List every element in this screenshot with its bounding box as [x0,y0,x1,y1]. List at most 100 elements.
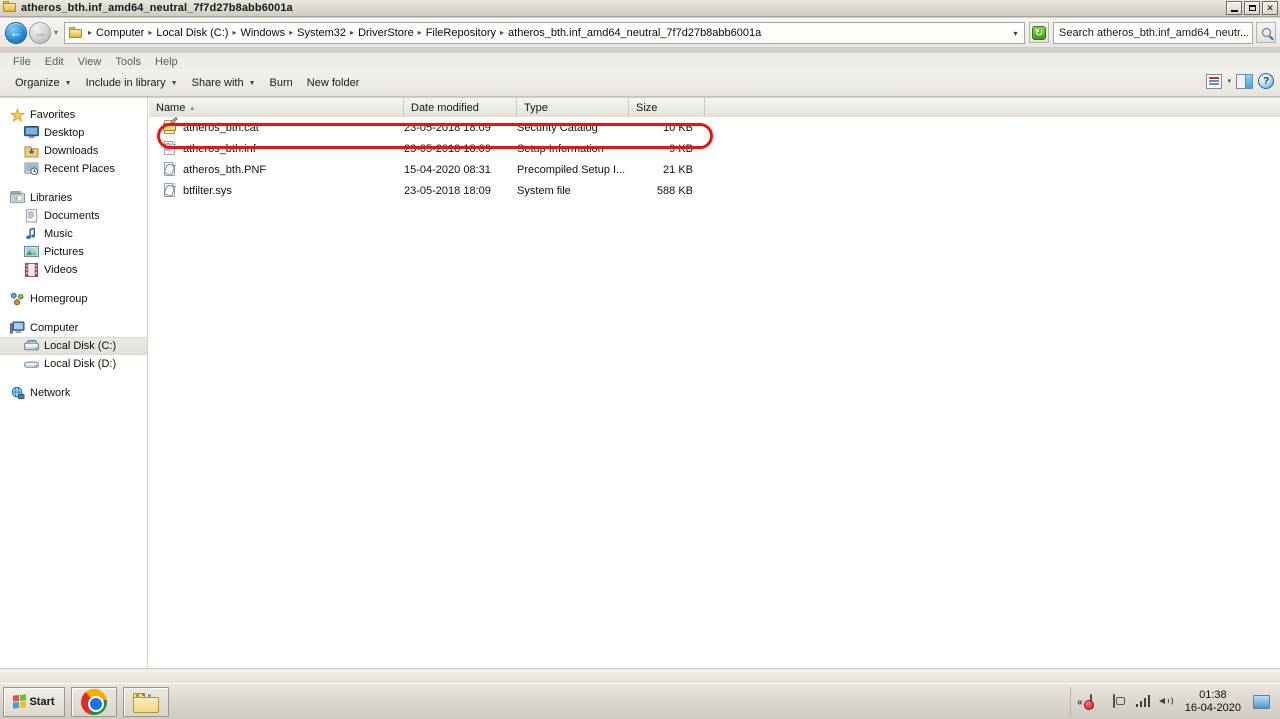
menu-item-file[interactable]: File [6,56,38,68]
explorer-window: atheros_bth.inf_amd64_neutral_7f7d27b8ab… [0,0,1280,719]
breadcrumb-item-5[interactable]: FileRepository [423,26,499,40]
share-with-button[interactable]: Share with ▼ [185,74,263,92]
sidebar-item-network[interactable]: Network [0,384,147,402]
refresh-button[interactable]: ↻ [1029,22,1049,43]
menu-item-edit[interactable]: Edit [38,56,71,68]
column-header-size[interactable]: Size [629,98,705,117]
hard-drive-icon [24,339,39,353]
table-row[interactable]: btfilter.sys 23-05-2018 18:09 System fil… [149,180,705,201]
sidebar-item-computer[interactable]: Computer [0,319,147,337]
libraries-icon [10,191,25,205]
sidebar-item-homegroup[interactable]: Homegroup [0,290,147,308]
sidebar-label: Computer [30,322,79,334]
breadcrumb-item-3[interactable]: System32 [294,26,349,40]
search-button[interactable] [1256,22,1276,43]
table-row[interactable]: atheros_bth.inf 23-05-2018 18:09 Setup I… [149,138,705,159]
recent-pages-icon[interactable]: ▾ [54,28,58,37]
sidebar-item-local-disk-d[interactable]: Local Disk (D:) [0,355,147,373]
column-header-name-label: Name [156,101,186,114]
file-name-cell: btfilter.sys [149,183,404,198]
include-in-library-button[interactable]: Include in library ▼ [79,74,185,92]
sidebar-item-local-disk-c[interactable]: Local Disk (C:) [0,337,147,355]
chevron-down-icon: ▼ [64,79,72,87]
clock-date: 16-04-2020 [1184,702,1241,714]
chevron-down-icon: ▼ [170,79,178,87]
file-list-view: Name ▴ Date modified Type Size atheros_b… [149,98,1280,668]
file-size: 21 KB [663,163,693,176]
show-hidden-icons-icon[interactable]: « [1077,697,1083,708]
chevron-down-icon[interactable]: ▾ [1010,28,1021,39]
refresh-icon: ↻ [1032,25,1046,40]
volume-icon[interactable] [1158,695,1175,710]
menu-item-view[interactable]: View [71,56,109,68]
new-folder-button[interactable]: New folder [300,74,367,92]
forward-button[interactable]: → [29,21,51,44]
sidebar-item-recent-places[interactable]: Recent Places [0,160,147,178]
sidebar-label: Videos [44,264,78,276]
sort-ascending-icon: ▴ [190,104,194,112]
clock[interactable]: 01:38 16-04-2020 [1182,689,1244,715]
sidebar-label: Network [30,387,71,399]
burn-button[interactable]: Burn [263,74,300,92]
start-button[interactable]: Start [3,686,65,717]
taskbar: Start « 01:38 16-04-2020 [0,683,1280,719]
breadcrumb-item-0[interactable]: Computer [93,26,147,40]
sidebar-item-videos[interactable]: Videos [0,261,147,279]
disk-drive-icon [24,357,39,371]
column-header-date-modified[interactable]: Date modified [404,98,517,117]
table-row[interactable]: atheros_bth.PNF 15-04-2020 08:31 Precomp… [149,159,705,180]
taskbar-button-explorer[interactable] [123,686,169,717]
column-header-name[interactable]: Name ▴ [149,98,404,117]
help-icon[interactable]: ? [1258,73,1274,89]
system-file-icon [163,183,177,198]
change-view-icon[interactable] [1206,73,1223,89]
file-size: 588 KB [656,184,693,197]
title-bar: atheros_bth.inf_amd64_neutral_7f7d27b8ab… [0,0,1280,17]
sidebar-label: Homegroup [30,293,88,305]
show-desktop-button[interactable] [1253,695,1270,709]
menu-item-tools[interactable]: Tools [108,56,148,68]
view-chevron-down-icon[interactable]: ▾ [1227,77,1231,85]
menu-item-help[interactable]: Help [148,56,185,68]
videos-icon [24,263,39,277]
sidebar-item-pictures[interactable]: Pictures [0,243,147,261]
sidebar-item-favorites[interactable]: Favorites [0,106,147,124]
minimize-button[interactable] [1226,1,1242,15]
sidebar-item-downloads[interactable]: Downloads [0,142,147,160]
sidebar-item-libraries[interactable]: Libraries [0,189,147,207]
breadcrumb-item-2[interactable]: Windows [237,26,288,40]
file-date-modified: 23-05-2018 18:09 [404,142,491,155]
restore-button[interactable] [1244,1,1260,15]
table-row[interactable]: atheros_bth.cat 23-05-2018 18:09 Securit… [149,116,705,138]
safely-remove-hardware-icon[interactable] [1112,693,1129,710]
window-body: Favorites Desktop Downloads Recent Place… [0,98,1280,668]
breadcrumb-item-1[interactable]: Local Disk (C:) [153,26,231,40]
sidebar-item-documents[interactable]: Documents [0,207,147,225]
breadcrumb-item-4[interactable]: DriverStore [355,26,417,40]
search-input[interactable]: Search atheros_bth.inf_amd64_neutr... [1053,21,1253,44]
sidebar-item-music[interactable]: Music [0,225,147,243]
action-center-flag-icon[interactable] [1089,693,1106,710]
breadcrumb-item-6[interactable]: atheros_bth.inf_amd64_neutral_7f7d27b8ab… [505,26,764,40]
organize-button[interactable]: Organize ▼ [8,74,79,92]
sidebar-label: Libraries [30,192,73,204]
file-name-cell: atheros_bth.PNF [149,162,404,177]
sidebar-label: Music [44,228,73,240]
command-bar: Organize ▼ Include in library ▼ Share wi… [0,70,1280,97]
file-rows: atheros_bth.cat 23-05-2018 18:09 Securit… [149,116,705,201]
taskbar-button-chrome[interactable] [71,686,117,717]
file-type: System file [517,184,571,197]
chevron-down-icon: ▼ [248,79,256,87]
preview-pane-icon[interactable] [1236,73,1253,89]
column-header-type[interactable]: Type [517,98,629,117]
sidebar-item-desktop[interactable]: Desktop [0,124,147,142]
back-button[interactable]: ← [5,21,27,44]
network-signal-icon[interactable] [1135,694,1152,710]
breadcrumb[interactable]: ▸ Computer ▸ Local Disk (C:) ▸ Windows ▸… [64,21,1025,44]
close-button[interactable]: ✕ [1262,1,1278,15]
sidebar-label: Local Disk (C:) [44,340,117,352]
status-bar [0,668,1280,683]
pictures-icon [24,245,39,259]
